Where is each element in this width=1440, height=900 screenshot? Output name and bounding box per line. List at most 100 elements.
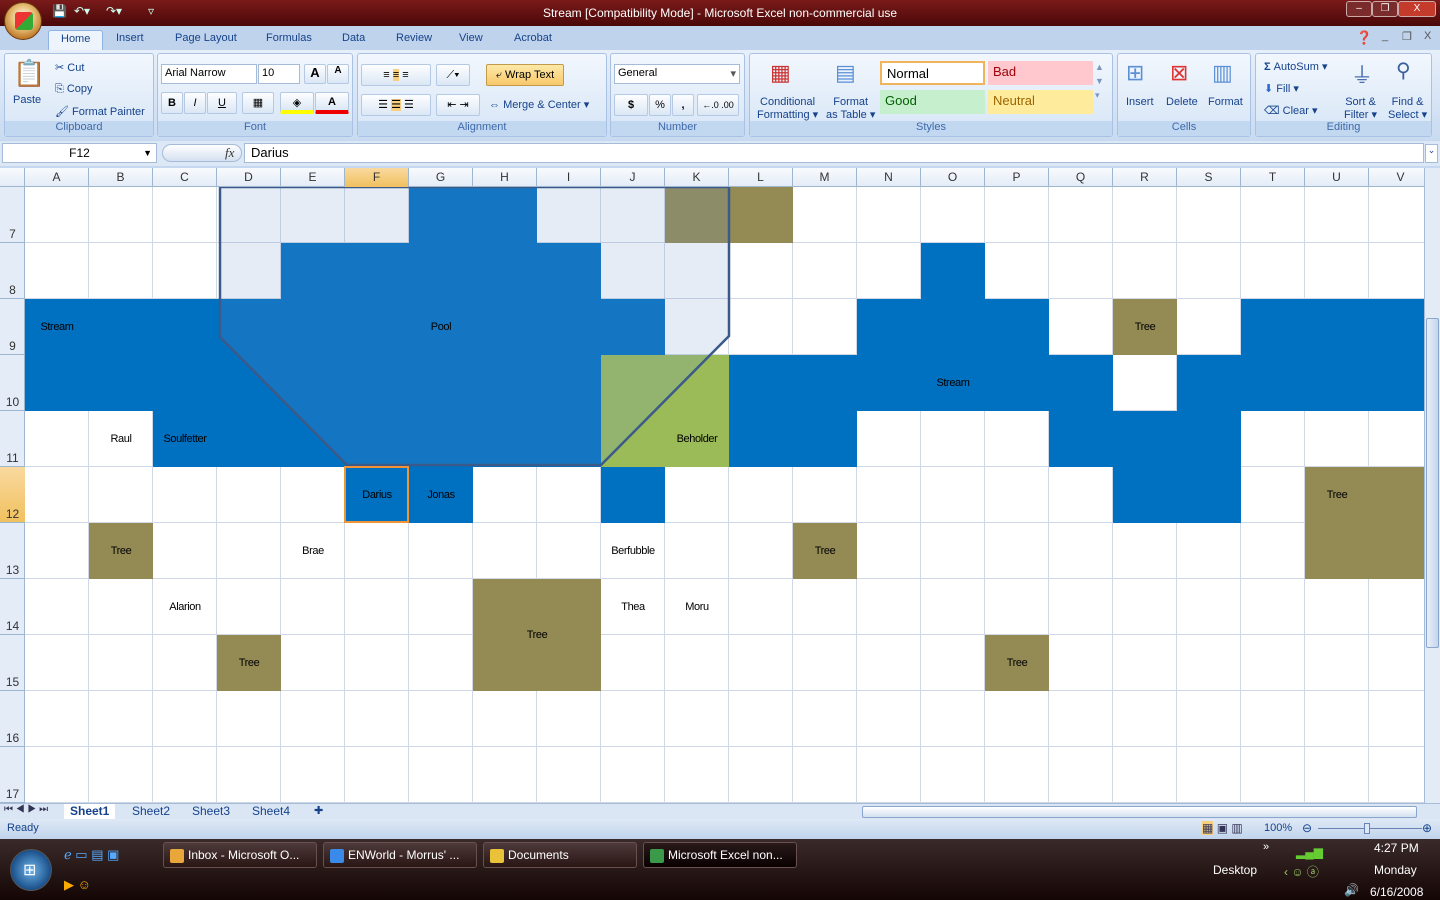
quick-launch-icons[interactable]: ℯ ▭ ▤ ▣ [64, 847, 119, 863]
merge-center-button[interactable]: ⇔ Merge & Center ▾ [489, 98, 589, 111]
save-icon[interactable]: 💾 [52, 4, 67, 22]
column-header-T[interactable]: T [1241, 168, 1305, 187]
underline-button[interactable]: U [207, 92, 237, 114]
conditional-formatting-button[interactable]: Conditional Formatting ▾ [757, 96, 818, 122]
comma-button[interactable]: , [672, 94, 694, 116]
sheet-tab-sheet1[interactable]: Sheet1 [64, 804, 116, 819]
paste-button[interactable]: Paste [13, 94, 41, 106]
row-header-10[interactable]: 10 [0, 355, 25, 411]
quick-launch-media-icons[interactable]: ▶ ☺ [64, 877, 91, 893]
zoom-slider-thumb[interactable] [1364, 823, 1370, 834]
restore-button[interactable]: ❐ [1372, 1, 1398, 17]
italic-button[interactable]: I [184, 92, 206, 114]
tab-data[interactable]: Data [330, 30, 377, 50]
column-header-L[interactable]: L [729, 168, 793, 187]
column-header-I[interactable]: I [537, 168, 601, 187]
desktop-toolbar[interactable]: Desktop [1213, 863, 1257, 877]
style-neutral[interactable]: Neutral [988, 90, 1093, 114]
column-header-J[interactable]: J [601, 168, 665, 187]
office-button[interactable] [4, 2, 42, 40]
delete-cells-button[interactable]: Delete [1166, 96, 1198, 108]
column-header-D[interactable]: D [217, 168, 281, 187]
select-all-button[interactable] [0, 168, 25, 187]
tab-review[interactable]: Review [384, 30, 444, 50]
style-bad[interactable]: Bad [988, 61, 1093, 85]
borders-button[interactable]: ▦ [242, 92, 274, 114]
view-buttons[interactable]: ▦ ▣ ▥ [1202, 821, 1243, 835]
row-header-7[interactable]: 7 [0, 187, 25, 243]
column-header-S[interactable]: S [1177, 168, 1241, 187]
start-button[interactable]: ⊞ [10, 849, 52, 891]
task-documents[interactable]: Documents [483, 842, 637, 868]
column-header-H[interactable]: H [473, 168, 537, 187]
decimal-buttons[interactable]: ←.0 .00 [697, 94, 739, 116]
task-outlook[interactable]: Inbox - Microsoft O... [163, 842, 317, 868]
tab-page-layout[interactable]: Page Layout [163, 30, 249, 50]
ribbon-minimize-icon[interactable]: _ [1382, 30, 1388, 42]
format-cells-button[interactable]: Format [1208, 96, 1243, 108]
column-header-P[interactable]: P [985, 168, 1049, 187]
format-painter-button[interactable]: 🖌 Format Painter [55, 105, 145, 118]
zoom-in-icon[interactable]: ⊕ [1422, 821, 1432, 835]
sheet-tab-sheet3[interactable]: Sheet3 [186, 804, 236, 819]
tab-home[interactable]: Home [48, 30, 104, 50]
zoom-out-icon[interactable]: ⊖ [1302, 821, 1312, 835]
row-header-12[interactable]: 12 [0, 467, 25, 523]
row-header-17[interactable]: 17 [0, 747, 25, 803]
row-header-8[interactable]: 8 [0, 243, 25, 299]
column-header-O[interactable]: O [921, 168, 985, 187]
format-as-table-button[interactable]: Format as Table ▾ [826, 96, 875, 122]
column-header-Q[interactable]: Q [1049, 168, 1113, 187]
column-header-M[interactable]: M [793, 168, 857, 187]
sheet-tab-sheet2[interactable]: Sheet2 [126, 804, 176, 819]
font-size-select[interactable]: 10 [258, 64, 300, 84]
tab-formulas[interactable]: Formulas [254, 30, 324, 50]
help-icon[interactable]: ❓ [1356, 30, 1372, 46]
vertical-scroll-thumb[interactable] [1426, 318, 1439, 648]
ribbon-restore-icon[interactable]: ❐ [1402, 30, 1412, 43]
sheet-tab-sheet4[interactable]: Sheet4 [246, 804, 296, 819]
fill-color-button[interactable]: ◈ [280, 92, 314, 114]
column-header-U[interactable]: U [1305, 168, 1369, 187]
clear-button[interactable]: ⌫ Clear ▾ [1264, 104, 1318, 117]
style-normal[interactable]: Normal [880, 61, 985, 85]
name-box[interactable]: F12 ▼ [2, 143, 157, 163]
font-name-select[interactable]: Arial Narrow [161, 64, 257, 84]
number-format-select[interactable]: General ▾ [614, 64, 740, 84]
copy-button[interactable]: ⎘ Copy [55, 83, 93, 96]
sort-filter-button[interactable]: Sort & Filter ▾ [1344, 96, 1377, 122]
more-icon[interactable]: » [1263, 841, 1269, 853]
column-header-N[interactable]: N [857, 168, 921, 187]
task-excel[interactable]: Microsoft Excel non... [643, 842, 797, 868]
orientation-button[interactable]: ⟋▾ [436, 64, 470, 86]
row-header-15[interactable]: 15 [0, 635, 25, 691]
row-header-9[interactable]: 9 [0, 299, 25, 355]
indent-buttons[interactable]: ⇤ ⇥ [436, 94, 480, 116]
bold-button[interactable]: B [161, 92, 183, 114]
cut-button[interactable]: ✂ Cut [55, 61, 84, 74]
column-header-R[interactable]: R [1113, 168, 1177, 187]
autosum-button[interactable]: Σ AutoSum ▾ [1264, 60, 1328, 73]
percent-button[interactable]: % [649, 94, 671, 116]
pool-shape[interactable] [25, 187, 1424, 803]
redo-icon[interactable]: ↷▾ [106, 4, 122, 22]
tab-acrobat[interactable]: Acrobat [502, 30, 564, 50]
sheet-nav-icons[interactable]: ⏮ ◀ ▶ ⏭ [4, 804, 48, 815]
grow-font-button[interactable]: A [304, 64, 326, 84]
column-header-G[interactable]: G [409, 168, 473, 187]
expand-formula-bar-icon[interactable]: ⌄ [1425, 144, 1438, 163]
worksheet-grid[interactable]: Stream Pool Tree Stream Raul Soulfetter Behold… [25, 187, 1424, 803]
horizontal-align-buttons[interactable]: ☰ ☰ ☰ [361, 94, 431, 116]
wrap-text-button[interactable]: ⤶ Wrap Text [486, 64, 564, 86]
row-header-16[interactable]: 16 [0, 691, 25, 747]
vertical-scrollbar[interactable] [1424, 168, 1440, 803]
tab-view[interactable]: View [447, 30, 495, 50]
column-header-A[interactable]: A [25, 168, 89, 187]
row-header-14[interactable]: 14 [0, 579, 25, 635]
shrink-font-button[interactable]: A [327, 64, 349, 84]
horizontal-scroll-thumb[interactable] [862, 806, 1417, 818]
tray-icons[interactable]: ‹ ☺ ⓐ [1284, 863, 1319, 880]
volume-icon[interactable]: 🔊 [1344, 883, 1359, 897]
insert-function-button[interactable]: fx [225, 145, 234, 161]
clock-time[interactable]: 4:27 PM [1374, 841, 1419, 855]
